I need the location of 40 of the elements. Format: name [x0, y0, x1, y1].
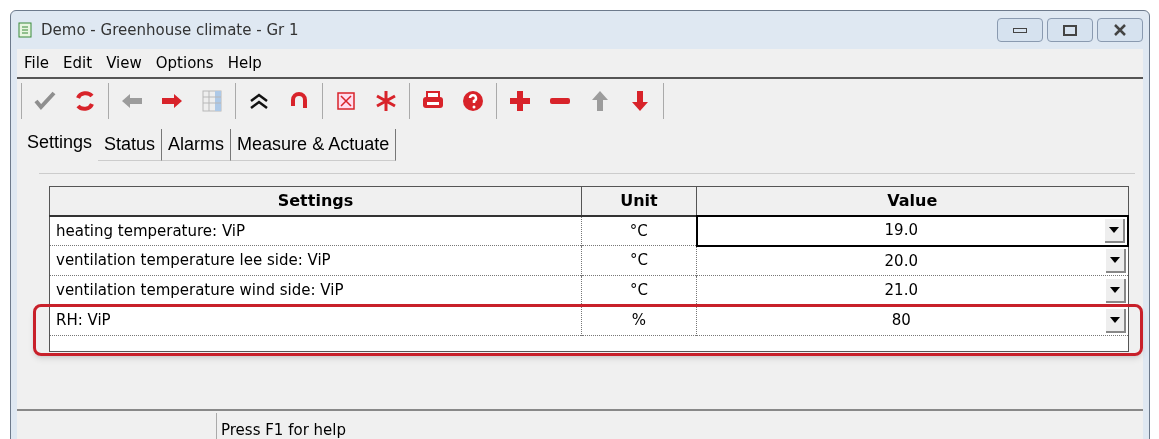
tab[interactable]: Status: [98, 129, 163, 161]
caret-icon: [1109, 316, 1120, 323]
tab[interactable]: Measure & Actuate: [231, 129, 397, 161]
help-icon[interactable]: [460, 88, 486, 114]
dropdown-button[interactable]: [1105, 218, 1125, 243]
value-cell[interactable]: 80: [696, 305, 1128, 336]
caret-icon: [1109, 286, 1120, 293]
table-cell: °C: [581, 215, 697, 246]
close-button[interactable]: [1097, 18, 1143, 42]
table-cell: °C: [581, 275, 697, 306]
menu-item[interactable]: File: [23, 51, 51, 75]
window-title: Demo - Greenhouse climate - Gr 1: [41, 19, 299, 41]
column-header[interactable]: Value: [696, 186, 1128, 216]
dropdown-button[interactable]: [1105, 278, 1126, 303]
tab[interactable]: Alarms: [162, 129, 232, 161]
minimize-button[interactable]: [997, 18, 1043, 42]
menu-item[interactable]: Edit: [62, 51, 94, 75]
menu-item[interactable]: Help: [226, 51, 263, 75]
table-cell: °C: [581, 245, 697, 276]
table-cell: ventilation temperature lee side: ViP: [49, 245, 582, 276]
table-cell: %: [581, 305, 697, 336]
menu-item[interactable]: Options: [154, 51, 215, 75]
value-cell[interactable]: 21.0: [696, 275, 1128, 306]
caret-icon: [1109, 256, 1120, 263]
table-cell: heating temperature: ViP: [49, 215, 582, 246]
column-header[interactable]: Settings: [49, 186, 582, 216]
table-cell: ventilation temperature wind side: ViP: [49, 275, 582, 306]
maximize-button[interactable]: [1047, 18, 1093, 42]
dropdown-button[interactable]: [1105, 248, 1126, 273]
column-header[interactable]: Unit: [581, 186, 697, 216]
value-cell[interactable]: 20.0: [696, 245, 1128, 276]
plus-icon[interactable]: [507, 88, 533, 114]
value-cell[interactable]: 19.0: [696, 215, 1128, 246]
caret-icon: [1109, 226, 1119, 233]
document-icon: [17, 22, 33, 38]
menu-item[interactable]: View: [105, 51, 143, 75]
dropdown-button[interactable]: [1105, 308, 1126, 333]
status-message: Press F1 for help: [220, 420, 346, 439]
close-icon: [1113, 24, 1127, 36]
table-cell: RH: ViP: [49, 305, 582, 336]
